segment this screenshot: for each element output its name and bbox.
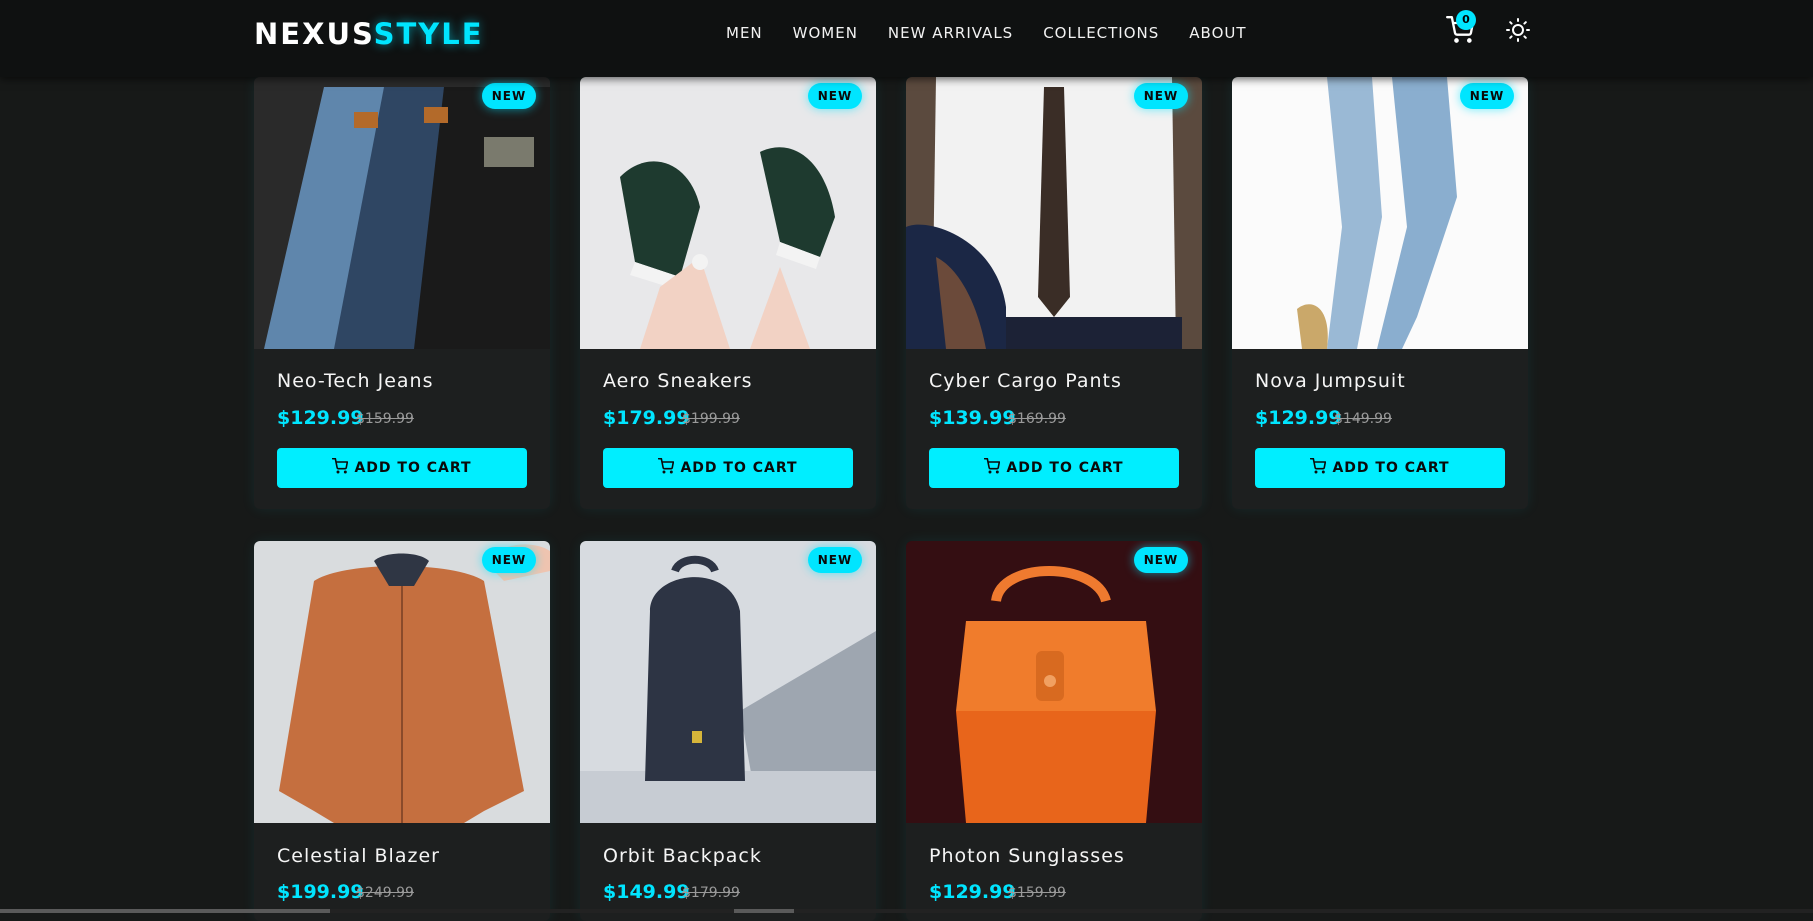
brand-logo[interactable]: NEXUSSTYLE xyxy=(254,16,484,52)
product-name[interactable]: Nova Jumpsuit xyxy=(1255,370,1406,392)
product-price: $129.99 xyxy=(929,881,1016,903)
add-to-cart-button[interactable]: ADD TO CART xyxy=(277,448,527,488)
product-card[interactable]: NEW Neo-Tech Jeans $129.99 $159.99 ADD T… xyxy=(254,77,550,509)
logo-text-style: STYLE xyxy=(373,17,484,51)
add-to-cart-label: ADD TO CART xyxy=(1332,460,1450,476)
cart-icon xyxy=(1310,457,1327,478)
new-badge: NEW xyxy=(1134,83,1188,109)
product-image-handbag[interactable] xyxy=(906,541,1202,823)
product-card[interactable]: NEW Aero Sneakers $179.99 $199.99 ADD TO… xyxy=(580,77,876,509)
product-old-price: $149.99 xyxy=(1334,411,1392,427)
product-price: $199.99 xyxy=(277,881,364,903)
product-image-blazer[interactable] xyxy=(254,541,550,823)
add-to-cart-label: ADD TO CART xyxy=(1006,460,1124,476)
add-to-cart-label: ADD TO CART xyxy=(680,460,798,476)
new-badge: NEW xyxy=(482,83,536,109)
add-to-cart-button[interactable]: ADD TO CART xyxy=(1255,448,1505,488)
add-to-cart-button[interactable]: ADD TO CART xyxy=(603,448,853,488)
product-price: $129.99 xyxy=(277,407,364,429)
product-image-sneakers[interactable] xyxy=(580,77,876,349)
nav-link-women[interactable]: WOMEN xyxy=(793,24,858,42)
product-card[interactable]: NEW Nova Jumpsuit $129.99 $149.99 ADD TO… xyxy=(1232,77,1528,509)
product-name[interactable]: Orbit Backpack xyxy=(603,845,762,867)
product-old-price: $249.99 xyxy=(356,885,414,901)
logo-text-nexus: NEXUS xyxy=(254,17,374,51)
cart-icon xyxy=(984,457,1001,478)
cart-icon xyxy=(658,457,675,478)
product-name[interactable]: Neo-Tech Jeans xyxy=(277,370,433,392)
product-card[interactable]: NEW Cyber Cargo Pants $139.99 $169.99 AD… xyxy=(906,77,1202,509)
horizontal-scrollbar-thumb-secondary[interactable] xyxy=(734,909,794,913)
new-badge: NEW xyxy=(808,547,862,573)
product-image-jumpsuit[interactable] xyxy=(1232,77,1528,349)
product-card[interactable]: NEW Photon Sunglasses $129.99 $159.99 xyxy=(906,541,1202,921)
product-name[interactable]: Celestial Blazer xyxy=(277,845,440,867)
cart-count-badge: 0 xyxy=(1456,10,1476,30)
product-image-jeans[interactable] xyxy=(254,77,550,349)
product-old-price: $169.99 xyxy=(1008,411,1066,427)
new-badge: NEW xyxy=(1460,83,1514,109)
product-card[interactable]: NEW Orbit Backpack $149.99 $179.99 xyxy=(580,541,876,921)
cart-icon xyxy=(332,457,349,478)
product-old-price: $159.99 xyxy=(1008,885,1066,901)
product-name[interactable]: Photon Sunglasses xyxy=(929,845,1125,867)
add-to-cart-button[interactable]: ADD TO CART xyxy=(929,448,1179,488)
new-badge: NEW xyxy=(482,547,536,573)
nav-link-new-arrivals[interactable]: NEW ARRIVALS xyxy=(888,24,1013,42)
product-price: $129.99 xyxy=(1255,407,1342,429)
new-badge: NEW xyxy=(1134,547,1188,573)
top-navigation-bar: NEXUSSTYLE MEN WOMEN NEW ARRIVALS COLLEC… xyxy=(0,0,1813,77)
product-old-price: $159.99 xyxy=(356,411,414,427)
product-image-backpack[interactable] xyxy=(580,541,876,823)
nav-link-about[interactable]: ABOUT xyxy=(1189,24,1246,42)
product-image-cargo-pants[interactable] xyxy=(906,77,1202,349)
product-name[interactable]: Cyber Cargo Pants xyxy=(929,370,1122,392)
product-old-price: $199.99 xyxy=(682,411,740,427)
new-badge: NEW xyxy=(808,83,862,109)
product-price: $139.99 xyxy=(929,407,1016,429)
main-nav: MEN WOMEN NEW ARRIVALS COLLECTIONS ABOUT xyxy=(726,24,1247,42)
product-price: $179.99 xyxy=(603,407,690,429)
product-old-price: $179.99 xyxy=(682,885,740,901)
nav-link-collections[interactable]: COLLECTIONS xyxy=(1043,24,1159,42)
nav-link-men[interactable]: MEN xyxy=(726,24,763,42)
sun-icon[interactable] xyxy=(1506,18,1530,42)
product-card[interactable]: NEW Celestial Blazer $199.99 $249.99 xyxy=(254,541,550,921)
product-price: $149.99 xyxy=(603,881,690,903)
add-to-cart-label: ADD TO CART xyxy=(354,460,472,476)
horizontal-scrollbar-thumb[interactable] xyxy=(0,909,330,913)
product-name[interactable]: Aero Sneakers xyxy=(603,370,753,392)
